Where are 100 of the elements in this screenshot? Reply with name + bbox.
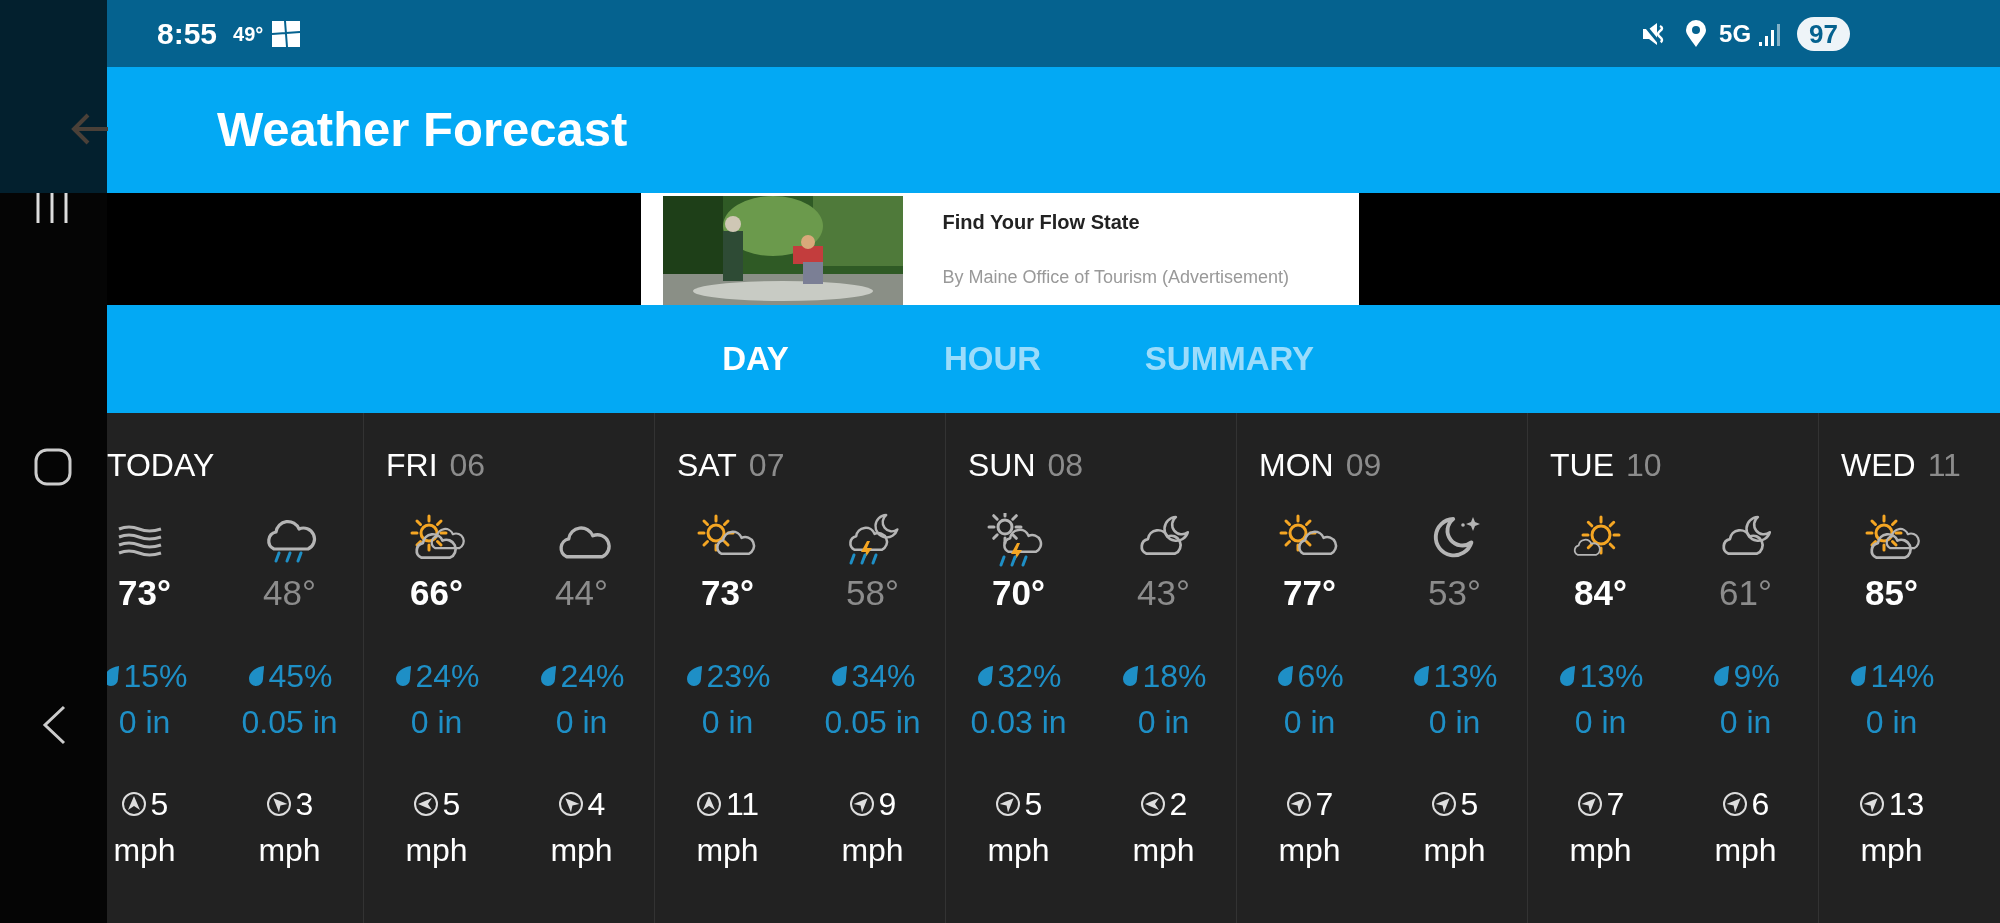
raindrop-icon xyxy=(393,664,414,688)
wind-direction-icon xyxy=(1721,791,1748,817)
day-name: TODAY xyxy=(107,449,215,481)
wind-unit: mph xyxy=(405,834,468,866)
temperature: 85° xyxy=(1865,575,1918,610)
wind-direction-icon xyxy=(265,791,292,817)
wind-speed: 5 xyxy=(150,788,169,820)
wind-speed: 9 xyxy=(878,788,897,820)
tab[interactable]: DAY xyxy=(637,305,874,413)
temperature-reading: 49° xyxy=(233,21,264,47)
temperature: 73° xyxy=(701,575,754,610)
day-date: 06 xyxy=(449,449,486,481)
tab[interactable]: SUMMARY xyxy=(1111,305,1348,413)
wind-speed: 5 xyxy=(1024,788,1043,820)
temperature: 66° xyxy=(410,575,463,610)
wind-direction-icon xyxy=(1139,791,1166,817)
precipitation-amount: 0 in xyxy=(410,706,463,738)
raindrop-icon xyxy=(829,664,850,688)
day-name: SAT xyxy=(677,449,737,481)
wind-direction-icon xyxy=(412,791,439,817)
wind-speed: 2 xyxy=(1169,788,1188,820)
tab[interactable]: HOUR xyxy=(874,305,1111,413)
clock: 8:55 xyxy=(157,16,218,52)
wind-direction-icon xyxy=(120,791,147,817)
precipitation-chance: 15% xyxy=(123,660,188,692)
temperature: 44° xyxy=(555,575,608,610)
raindrop-icon xyxy=(684,664,705,688)
wind-direction-icon xyxy=(557,791,584,817)
wind-speed: 11 xyxy=(725,788,760,820)
raindrop-icon xyxy=(538,664,559,688)
wind-unit: mph xyxy=(1569,834,1632,866)
precipitation-chance: 14% xyxy=(1870,660,1935,692)
precipitation-amount: 0 in xyxy=(1137,706,1190,738)
temperature: 43° xyxy=(1137,575,1190,610)
recent-apps-icon[interactable] xyxy=(34,193,70,225)
precipitation-amount: 0.03 in xyxy=(970,706,1067,738)
raindrop-icon xyxy=(1411,664,1432,688)
day-date: 07 xyxy=(748,449,785,481)
wind-unit: mph xyxy=(1423,834,1486,866)
precipitation-amount: 0 in xyxy=(1428,706,1481,738)
precipitation-amount: 0 in xyxy=(118,706,171,738)
wind-direction-icon xyxy=(994,791,1021,817)
precipitation-amount: 0 in xyxy=(1719,706,1772,738)
ad-byline: By Maine Office of Tourism (Advertisement) xyxy=(942,266,1289,289)
wind-speed: 4 xyxy=(587,788,606,820)
temperature: 77° xyxy=(1283,575,1336,610)
precipitation-amount: 0 in xyxy=(1283,706,1336,738)
day-name: WED xyxy=(1841,449,1916,481)
precipitation-chance: 6% xyxy=(1297,660,1344,692)
wind-direction-icon xyxy=(1430,791,1457,817)
precipitation-chance: 24% xyxy=(560,660,625,692)
temperature: 58° xyxy=(846,575,899,610)
precipitation-chance: 13% xyxy=(1579,660,1644,692)
precipitation-amount: 0 in xyxy=(1865,706,1918,738)
precipitation-amount: 0 in xyxy=(555,706,608,738)
temperature: 70° xyxy=(992,575,1045,610)
wind-direction-icon xyxy=(848,791,875,817)
wind-speed: 6 xyxy=(1751,788,1770,820)
precipitation-chance: 24% xyxy=(415,660,480,692)
temperature: 84° xyxy=(1574,575,1627,610)
temperature: 73° xyxy=(118,575,171,610)
precipitation-chance: 23% xyxy=(706,660,771,692)
day-date: 08 xyxy=(1047,449,1084,481)
wind-unit: mph xyxy=(258,834,321,866)
temperature: 53° xyxy=(1428,575,1481,610)
wind-speed: 5 xyxy=(442,788,461,820)
precipitation-chance: 32% xyxy=(997,660,1062,692)
wind-direction-icon xyxy=(1576,791,1603,817)
day-date: 10 xyxy=(1626,449,1662,481)
precipitation-chance: 34% xyxy=(851,660,916,692)
precipitation-amount: 0.05 in xyxy=(241,706,338,738)
wind-unit: mph xyxy=(1714,834,1777,866)
battery-level: 97 xyxy=(1797,16,1850,51)
home-icon[interactable] xyxy=(34,448,72,486)
precipitation-amount: 0 in xyxy=(1574,706,1627,738)
wind-direction-icon xyxy=(695,791,722,817)
back-icon[interactable] xyxy=(70,112,110,146)
day-date: 09 xyxy=(1345,449,1382,481)
raindrop-icon xyxy=(246,664,267,688)
wind-unit: mph xyxy=(1860,834,1923,866)
raindrop-icon xyxy=(1711,664,1732,688)
day-name: SUN xyxy=(968,449,1036,481)
precipitation-amount: 0 in xyxy=(701,706,754,738)
day-name: MON xyxy=(1259,449,1334,481)
wind-unit: mph xyxy=(841,834,904,866)
precipitation-chance: 18% xyxy=(1142,660,1207,692)
day-name: FRI xyxy=(386,449,438,481)
wind-unit: mph xyxy=(113,834,176,866)
ad-banner[interactable]: Find Your Flow State By Maine Office of Tourism (Advertisement) xyxy=(640,193,1359,305)
wind-speed: 5 xyxy=(1460,788,1479,820)
temperature: 48° xyxy=(263,575,316,610)
day-name: TUE xyxy=(1550,449,1614,481)
wind-unit: mph xyxy=(1278,834,1341,866)
raindrop-icon xyxy=(1557,664,1578,688)
wind-direction-icon xyxy=(1858,791,1885,817)
precipitation-chance: 45% xyxy=(268,660,333,692)
app-title: Weather Forecast xyxy=(217,101,628,159)
precipitation-chance: 9% xyxy=(1733,660,1780,692)
wind-unit: mph xyxy=(696,834,759,866)
raindrop-icon xyxy=(1848,664,1869,688)
